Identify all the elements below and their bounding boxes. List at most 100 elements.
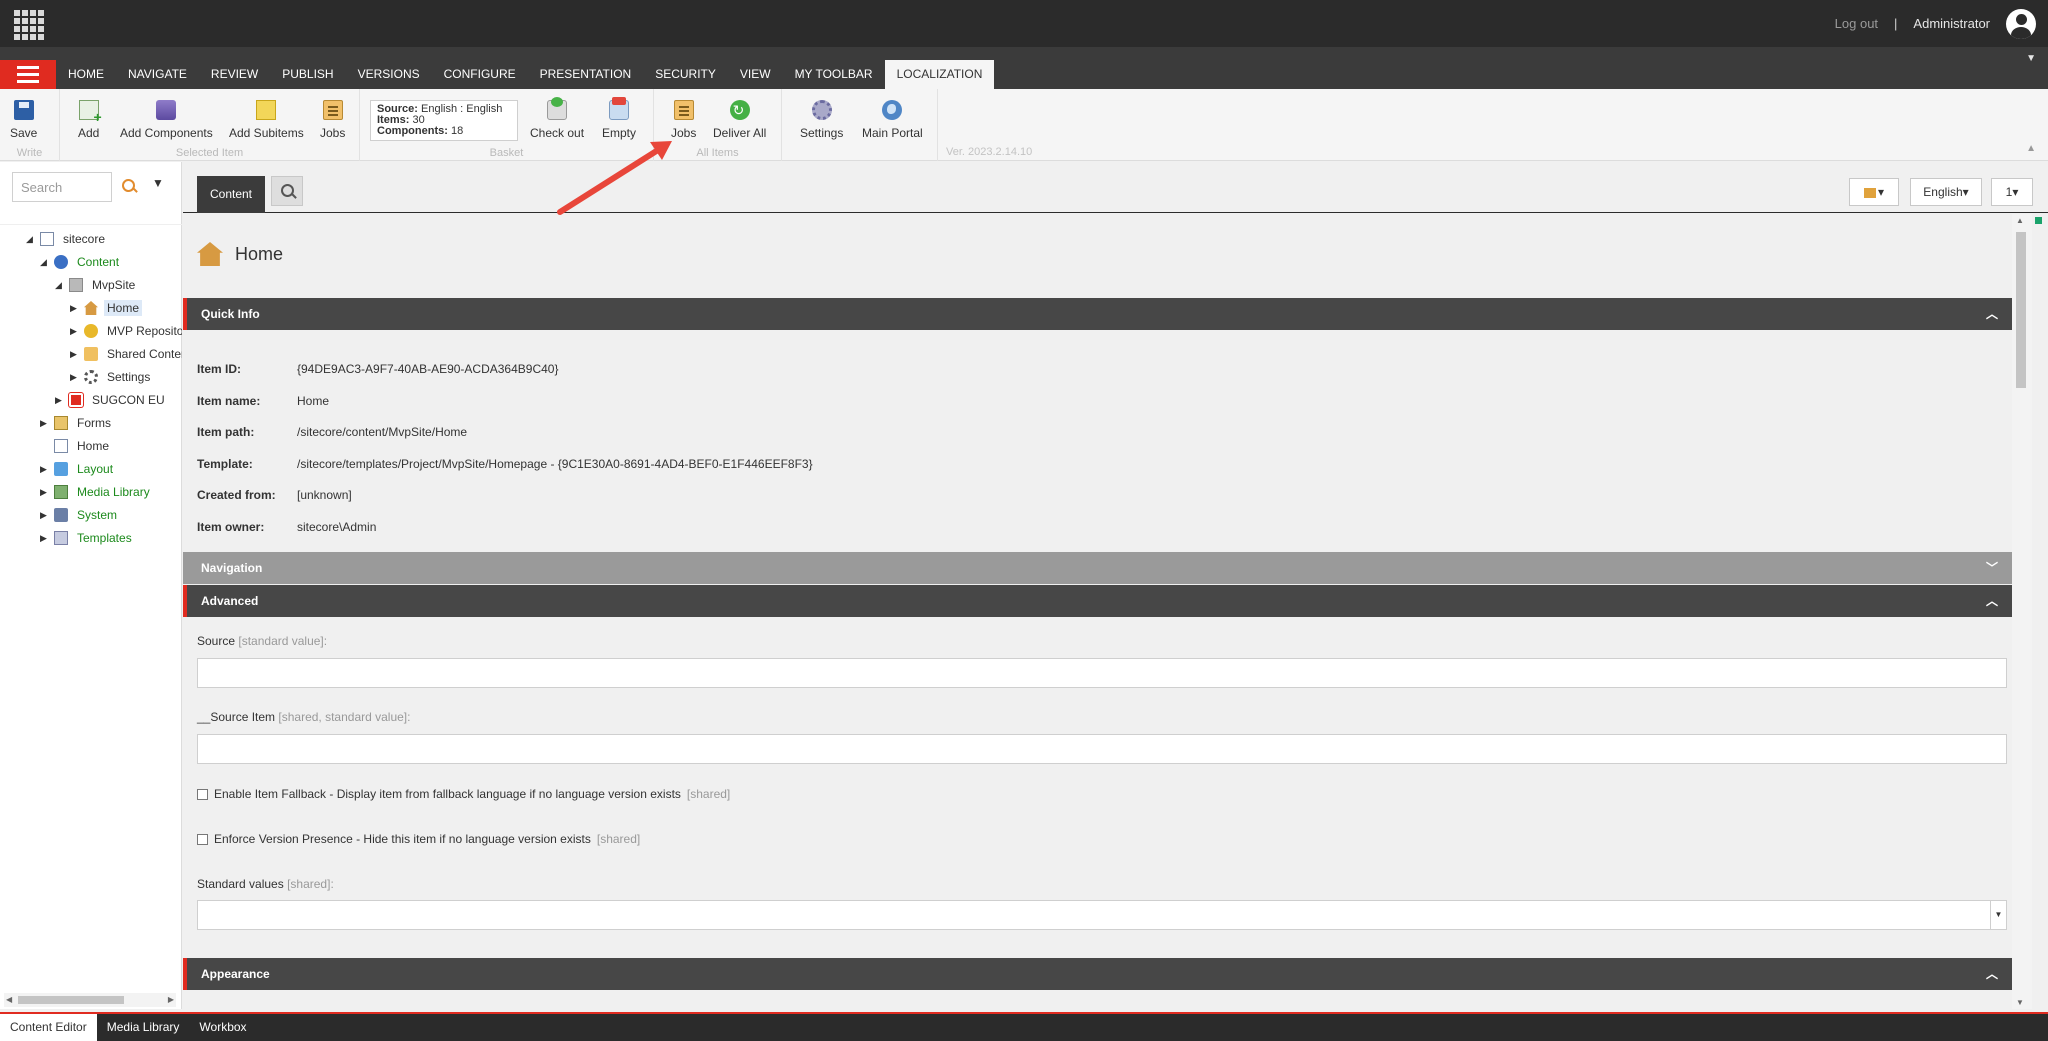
taskbar-workbox[interactable]: Workbox <box>189 1014 256 1041</box>
search-options-chevron-icon[interactable]: ▼ <box>152 176 164 190</box>
tab-configure[interactable]: CONFIGURE <box>432 60 528 89</box>
tree-item-media-library[interactable]: ▶ Media Library <box>40 482 153 502</box>
add-components-button[interactable]: Add Components <box>120 100 213 140</box>
tree-item-label[interactable]: sitecore <box>60 231 108 247</box>
scroll-left-icon[interactable]: ◀ <box>6 993 12 1007</box>
taskbar-media-library[interactable]: Media Library <box>97 1014 190 1041</box>
section-appearance[interactable]: Appearance ︿ <box>183 958 2012 990</box>
tree-item-content[interactable]: ◢ Content <box>40 252 122 272</box>
scrollbar-thumb[interactable] <box>2016 232 2026 388</box>
tree-item-sugcon-eu[interactable]: ▶ SUGCON EU <box>55 390 168 410</box>
tab-security[interactable]: SECURITY <box>643 60 728 89</box>
tree-item-layout[interactable]: ▶ Layout <box>40 459 116 479</box>
expand-arrow-icon[interactable]: ▶ <box>70 349 82 360</box>
tree-item-label[interactable]: System <box>74 507 120 523</box>
tree-item-home-root[interactable]: Home <box>40 436 112 456</box>
tree-item-label[interactable]: Templates <box>74 530 135 546</box>
chevron-down-icon[interactable]: ▼ <box>2026 53 2036 64</box>
scroll-right-icon[interactable]: ▶ <box>168 993 174 1007</box>
section-quick-info[interactable]: Quick Info ︿ <box>183 298 2012 330</box>
enable-item-fallback-checkbox[interactable] <box>197 788 208 800</box>
settings-button[interactable]: Settings <box>800 100 843 140</box>
info-value[interactable]: /sitecore/templates/Project/MvpSite/Home… <box>297 457 813 471</box>
check-out-button[interactable]: Check out <box>530 97 584 140</box>
tree-item-templates[interactable]: ▶ Templates <box>40 528 135 548</box>
search-icon[interactable] <box>119 176 141 198</box>
tree-item-shared-content[interactable]: ▶ Shared Content <box>70 344 182 364</box>
expand-arrow-icon[interactable]: ▶ <box>40 510 52 521</box>
tab-presentation[interactable]: PRESENTATION <box>528 60 644 89</box>
scrollbar-thumb[interactable] <box>18 996 124 1004</box>
source-item-input[interactable] <box>197 734 2007 764</box>
version-selector[interactable]: 1▾ <box>1991 178 2033 206</box>
chevron-up-icon[interactable]: ︿ <box>1986 958 1998 990</box>
tree-item-label[interactable]: MVP Repository <box>104 323 182 339</box>
tree-item-label[interactable]: Layout <box>74 461 116 477</box>
tab-view[interactable]: VIEW <box>728 60 783 89</box>
version-options-button[interactable]: ▾ <box>1849 178 1899 206</box>
collapse-arrow-icon[interactable]: ◢ <box>55 280 67 291</box>
search-icon[interactable] <box>271 176 303 206</box>
tab-home[interactable]: HOME <box>56 60 116 89</box>
standard-values-select[interactable]: ▼ <box>197 900 2007 930</box>
user-name[interactable]: Administrator <box>1913 16 1990 31</box>
section-navigation[interactable]: Navigation ﹀ <box>183 552 2012 584</box>
tree-item-home[interactable]: ▶ Home <box>70 298 143 318</box>
tree-item-label[interactable]: SUGCON EU <box>89 392 168 408</box>
tree-item-label[interactable]: Settings <box>104 369 153 385</box>
avatar[interactable] <box>2006 8 2036 39</box>
tab-versions[interactable]: VERSIONS <box>346 60 432 89</box>
tree-item-label[interactable]: Home <box>74 438 112 454</box>
tree-item-settings[interactable]: ▶ Settings <box>70 367 153 387</box>
tab-content[interactable]: Content <box>197 176 265 213</box>
tab-review[interactable]: REVIEW <box>199 60 270 89</box>
add-button[interactable]: Add <box>78 100 102 140</box>
expand-arrow-icon[interactable]: ▶ <box>55 395 67 406</box>
tab-navigate[interactable]: NAVIGATE <box>116 60 199 89</box>
taskbar-content-editor[interactable]: Content Editor <box>0 1014 97 1041</box>
empty-button[interactable]: Empty <box>602 97 636 140</box>
tree-item-label[interactable]: Content <box>74 254 122 270</box>
scroll-down-icon[interactable]: ▼ <box>2016 998 2024 1007</box>
save-button[interactable]: Save <box>10 100 37 140</box>
jobs-button-selected[interactable]: Jobs <box>320 100 345 140</box>
tab-localization[interactable]: LOCALIZATION <box>884 60 995 89</box>
editor-vertical-scrollbar[interactable]: ▲ ▼ <box>2012 214 2032 1009</box>
chevron-up-icon[interactable]: ▲ <box>2026 143 2036 154</box>
expand-arrow-icon[interactable]: ▶ <box>40 418 52 429</box>
scroll-up-icon[interactable]: ▲ <box>2016 216 2024 225</box>
tree-item-label[interactable]: Home <box>104 300 143 316</box>
expand-arrow-icon[interactable]: ▶ <box>40 533 52 544</box>
logout-link[interactable]: Log out <box>1835 16 1878 31</box>
expand-arrow-icon[interactable]: ▶ <box>70 372 82 383</box>
expand-arrow-icon[interactable]: ▶ <box>40 464 52 475</box>
tree-item-label[interactable]: Forms <box>74 415 114 431</box>
section-advanced[interactable]: Advanced ︿ <box>183 585 2012 617</box>
add-subitems-button[interactable]: Add Subitems <box>229 100 304 140</box>
expand-arrow-icon[interactable]: ▶ <box>70 326 82 337</box>
hamburger-menu-icon[interactable] <box>0 60 56 89</box>
expand-arrow-icon[interactable]: ▶ <box>70 303 82 314</box>
jobs-button-all-items[interactable]: Jobs <box>671 100 696 140</box>
tree-item-label[interactable]: Media Library <box>74 484 153 500</box>
source-input[interactable] <box>197 658 2007 688</box>
tab-publish[interactable]: PUBLISH <box>270 60 345 89</box>
tree-horizontal-scrollbar[interactable]: ◀ ▶ <box>4 993 176 1007</box>
chevron-down-icon[interactable]: ﹀ <box>1986 552 1998 584</box>
collapse-arrow-icon[interactable]: ◢ <box>40 257 52 268</box>
chevron-up-icon[interactable]: ︿ <box>1986 298 1998 330</box>
checkbox-label[interactable]: Enforce Version Presence - Hide this ite… <box>214 832 591 846</box>
tree-item-mvpsite[interactable]: ◢ MvpSite <box>55 275 138 295</box>
chevron-down-icon[interactable]: ▼ <box>1990 901 2006 929</box>
search-input[interactable] <box>12 172 112 202</box>
tree-item-mvp-repository[interactable]: ▶ MVP Repository <box>70 321 182 341</box>
deliver-all-button[interactable]: Deliver All <box>713 100 766 140</box>
enforce-version-presence-checkbox[interactable] <box>197 833 208 845</box>
main-portal-button[interactable]: Main Portal <box>862 100 923 140</box>
tree-item-forms[interactable]: ▶ Forms <box>40 413 114 433</box>
tab-my-toolbar[interactable]: MY TOOLBAR <box>783 60 885 89</box>
collapse-arrow-icon[interactable]: ◢ <box>26 234 38 245</box>
checkbox-label[interactable]: Enable Item Fallback - Display item from… <box>214 787 681 801</box>
language-selector[interactable]: English▾ <box>1910 178 1982 206</box>
tree-item-label[interactable]: MvpSite <box>89 277 138 293</box>
